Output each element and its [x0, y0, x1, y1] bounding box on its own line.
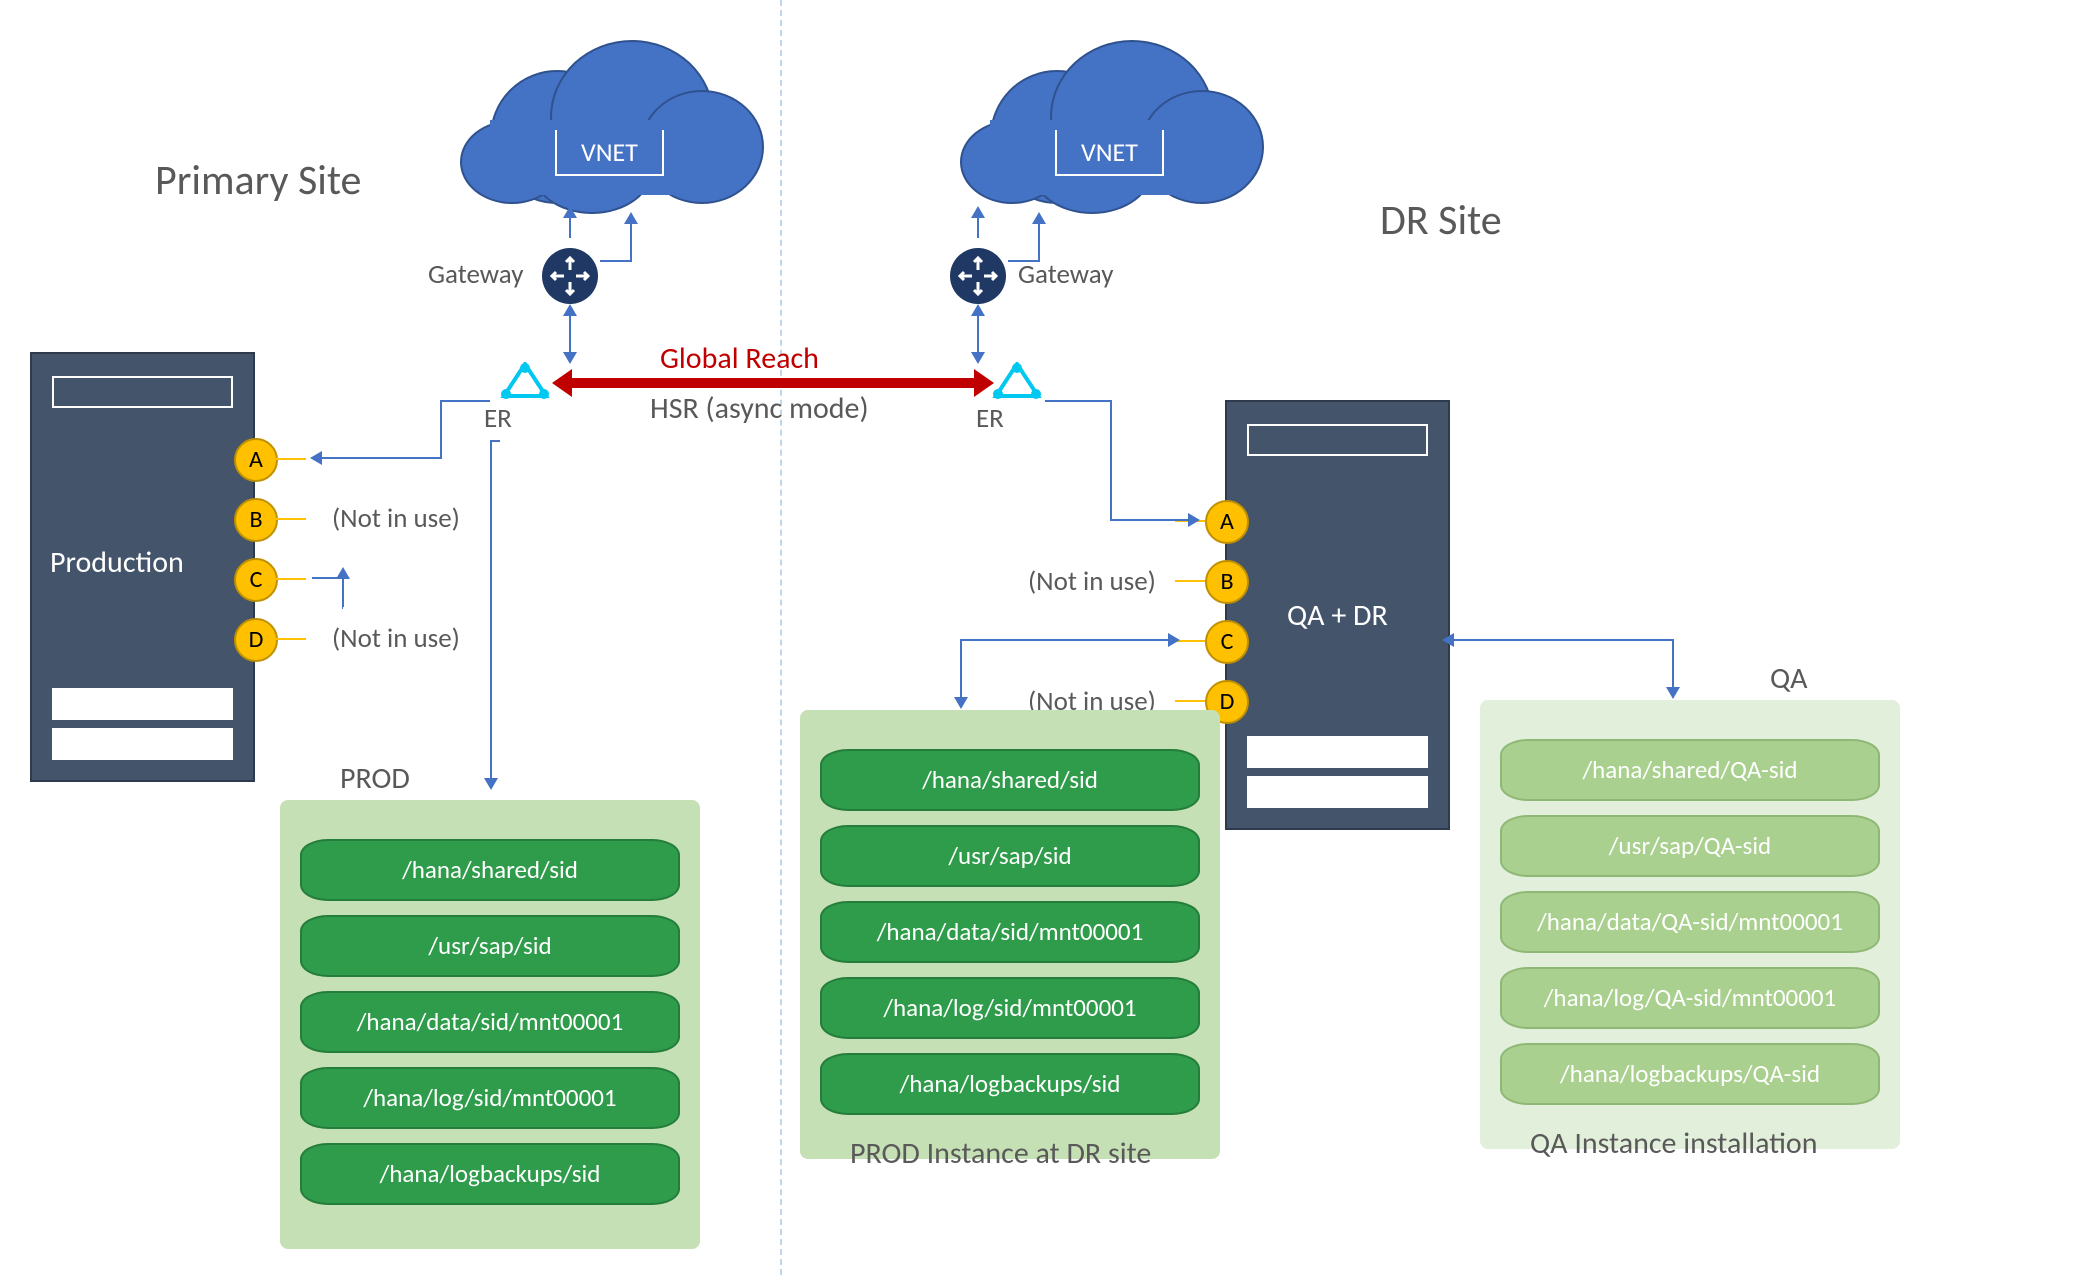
gateway-icon: [950, 248, 1006, 304]
connector: [600, 260, 630, 262]
disk-path: /usr/sap/QA-sid: [1500, 815, 1880, 877]
port-stub: [1175, 700, 1205, 702]
port-stub: [1175, 580, 1205, 582]
connector: [1110, 519, 1190, 521]
connector: [320, 457, 440, 459]
port-stub: [276, 458, 306, 460]
storage-title: PROD: [340, 760, 410, 797]
arrowhead-icon: [563, 352, 577, 364]
storage-caption: QA Instance installation: [1530, 1125, 1818, 1162]
disk-path: /hana/data/QA-sid/mnt00001: [1500, 891, 1880, 953]
gateway-icon: [542, 248, 598, 304]
arrowhead-icon: [1666, 687, 1680, 699]
connector: [490, 440, 492, 780]
arrowhead-icon: [1168, 633, 1180, 647]
disk-path: /hana/data/sid/mnt00001: [300, 991, 680, 1053]
gateway-label: Gateway: [428, 258, 523, 291]
connector: [342, 577, 344, 607]
arrowhead-icon: [954, 697, 968, 709]
not-in-use-label: (Not in use): [332, 502, 460, 535]
arrowhead-icon: [1032, 212, 1046, 224]
port-stub: [276, 638, 306, 640]
storage-title: QA: [1770, 660, 1808, 697]
vnet-label: VNET: [555, 130, 664, 176]
arrowhead-icon: [971, 304, 985, 316]
not-in-use-label: (Not in use): [1028, 565, 1156, 598]
site-divider: [780, 0, 782, 1275]
storage-qa: /hana/shared/QA-sid /usr/sap/QA-sid /han…: [1480, 700, 1900, 1149]
port-c: C: [234, 558, 278, 602]
disk-path: /hana/log/sid/mnt00001: [300, 1067, 680, 1129]
disk-path: /hana/log/QA-sid/mnt00001: [1500, 967, 1880, 1029]
disk-path: /hana/logbackups/sid: [300, 1143, 680, 1205]
disk-path: /hana/data/sid/mnt00001: [820, 901, 1200, 963]
port-c: C: [1205, 620, 1249, 664]
connector: [1045, 400, 1110, 402]
dr-site-title: DR Site: [1380, 195, 1502, 246]
disk-path: /usr/sap/sid: [300, 915, 680, 977]
connector: [1038, 220, 1040, 262]
port-stub: [276, 518, 306, 520]
port-stub: [276, 578, 306, 580]
disk-path: /hana/shared/sid: [300, 839, 680, 901]
server-title: QA + DR: [1287, 597, 1388, 634]
er-label: ER: [976, 402, 1004, 435]
expressroute-icon: [992, 362, 1042, 402]
arrowhead-icon: [971, 206, 985, 218]
server-title: Production: [50, 544, 184, 581]
port-b: B: [234, 498, 278, 542]
connector: [960, 639, 962, 699]
vnet-cloud-primary: VNET: [460, 40, 740, 210]
port-a: A: [1205, 500, 1249, 544]
connector: [440, 400, 442, 459]
server-production: Production: [30, 352, 255, 782]
storage-prod-dr: /hana/shared/sid /usr/sap/sid /hana/data…: [800, 710, 1220, 1159]
hsr-mode-label: HSR (async mode): [650, 390, 869, 427]
vnet-label: VNET: [1055, 130, 1164, 176]
arrowhead-icon: [563, 304, 577, 316]
disk-path: /hana/shared/sid: [820, 749, 1200, 811]
connector: [1672, 639, 1674, 689]
connector: [569, 310, 571, 354]
arrowhead-icon: [1188, 513, 1200, 527]
port-b: B: [1205, 560, 1249, 604]
connector: [440, 400, 490, 402]
arrowhead-icon: [971, 352, 985, 364]
storage-prod: /hana/shared/sid /usr/sap/sid /hana/data…: [280, 800, 700, 1249]
connector: [342, 607, 343, 609]
port-d: D: [234, 618, 278, 662]
arrowhead-icon: [563, 206, 577, 218]
not-in-use-label: (Not in use): [332, 622, 460, 655]
connector: [1008, 260, 1038, 262]
er-label: ER: [484, 402, 512, 435]
global-reach-link: [570, 378, 976, 388]
global-reach-label: Global Reach: [660, 340, 819, 377]
arrowhead-icon: [336, 567, 350, 579]
expressroute-icon: [500, 362, 550, 402]
connector: [1110, 400, 1112, 520]
arrowhead-icon: [484, 778, 498, 790]
storage-caption: PROD Instance at DR site: [850, 1135, 1151, 1172]
disk-path: /hana/log/sid/mnt00001: [820, 977, 1200, 1039]
connector: [630, 220, 632, 262]
arrowhead-icon: [310, 451, 322, 465]
disk-path: /hana/shared/QA-sid: [1500, 739, 1880, 801]
connector: [490, 440, 500, 442]
disk-path: /hana/logbackups/QA-sid: [1500, 1043, 1880, 1105]
vnet-cloud-dr: VNET: [960, 40, 1240, 210]
arrowhead-icon: [624, 212, 638, 224]
connector: [977, 310, 979, 354]
connector: [1452, 639, 1672, 641]
port-a: A: [234, 438, 278, 482]
gateway-label: Gateway: [1018, 258, 1113, 291]
primary-site-title: Primary Site: [155, 155, 361, 206]
connector: [960, 639, 1170, 641]
arrowhead-icon: [1442, 633, 1454, 647]
disk-path: /usr/sap/sid: [820, 825, 1200, 887]
disk-path: /hana/logbackups/sid: [820, 1053, 1200, 1115]
server-qa-dr: QA + DR: [1225, 400, 1450, 830]
